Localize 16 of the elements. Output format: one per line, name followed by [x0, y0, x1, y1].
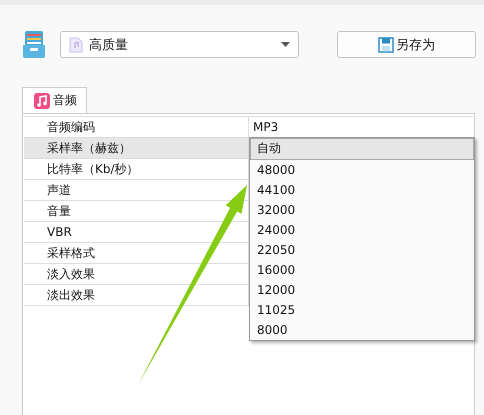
audio-tab[interactable]: 音频 — [22, 87, 87, 113]
sample-rate-option[interactable]: 48000 — [250, 160, 474, 180]
save-as-button[interactable]: 另存为 — [337, 31, 476, 58]
property-value: MP3 — [252, 119, 278, 136]
sample-rate-option[interactable]: 22050 — [250, 240, 474, 260]
sample-rate-option[interactable]: 44100 — [250, 180, 474, 200]
sample-rate-option[interactable]: 8000 — [250, 320, 474, 340]
preset-dropdown[interactable]: 高质量 — [60, 31, 299, 58]
file-tray-icon — [22, 30, 46, 59]
caret-icon — [281, 42, 290, 47]
sample-rate-option[interactable]: 32000 — [250, 200, 474, 220]
music-note-icon — [34, 92, 50, 108]
sample-rate-option[interactable]: 自动 — [250, 138, 474, 160]
sample-rate-option[interactable]: 24000 — [250, 220, 474, 240]
audio-file-icon — [69, 36, 83, 52]
property-name: 音频编码 — [24, 117, 249, 137]
